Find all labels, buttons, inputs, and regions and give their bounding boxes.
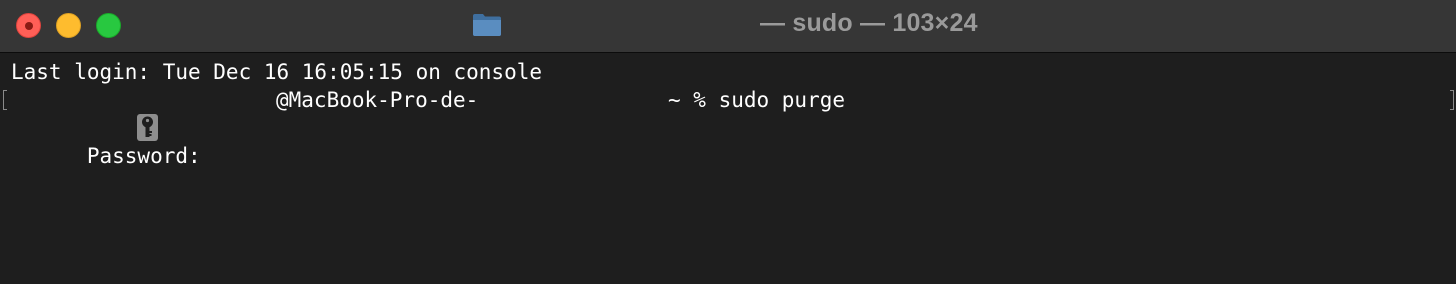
folder-icon: [473, 14, 501, 36]
terminal-content[interactable]: Last login: Tue Dec 16 16:05:15 on conso…: [0, 53, 1456, 284]
key-icon: [142, 116, 153, 137]
close-dot-icon: [24, 21, 33, 30]
terminal-window: — sudo — 103×24 Last login: Tue Dec 16 1…: [0, 0, 1456, 284]
password-cursor[interactable]: [137, 114, 158, 141]
window-title: — sudo — 103×24: [760, 9, 978, 37]
last-login-line: Last login: Tue Dec 16 16:05:15 on conso…: [11, 60, 543, 84]
minimize-button[interactable]: [56, 13, 81, 38]
prompt-command: ~ % sudo purge: [668, 88, 846, 112]
zoom-button[interactable]: [96, 13, 121, 38]
prompt-host: @MacBook-Pro-de-: [276, 88, 479, 112]
password-line: Password:: [11, 114, 201, 198]
mark-bracket-left: [3, 90, 7, 110]
password-label: Password:: [86, 144, 201, 168]
close-button[interactable]: [16, 13, 41, 38]
title-bar[interactable]: — sudo — 103×24: [0, 0, 1456, 53]
mark-bracket-right: [1450, 90, 1454, 110]
